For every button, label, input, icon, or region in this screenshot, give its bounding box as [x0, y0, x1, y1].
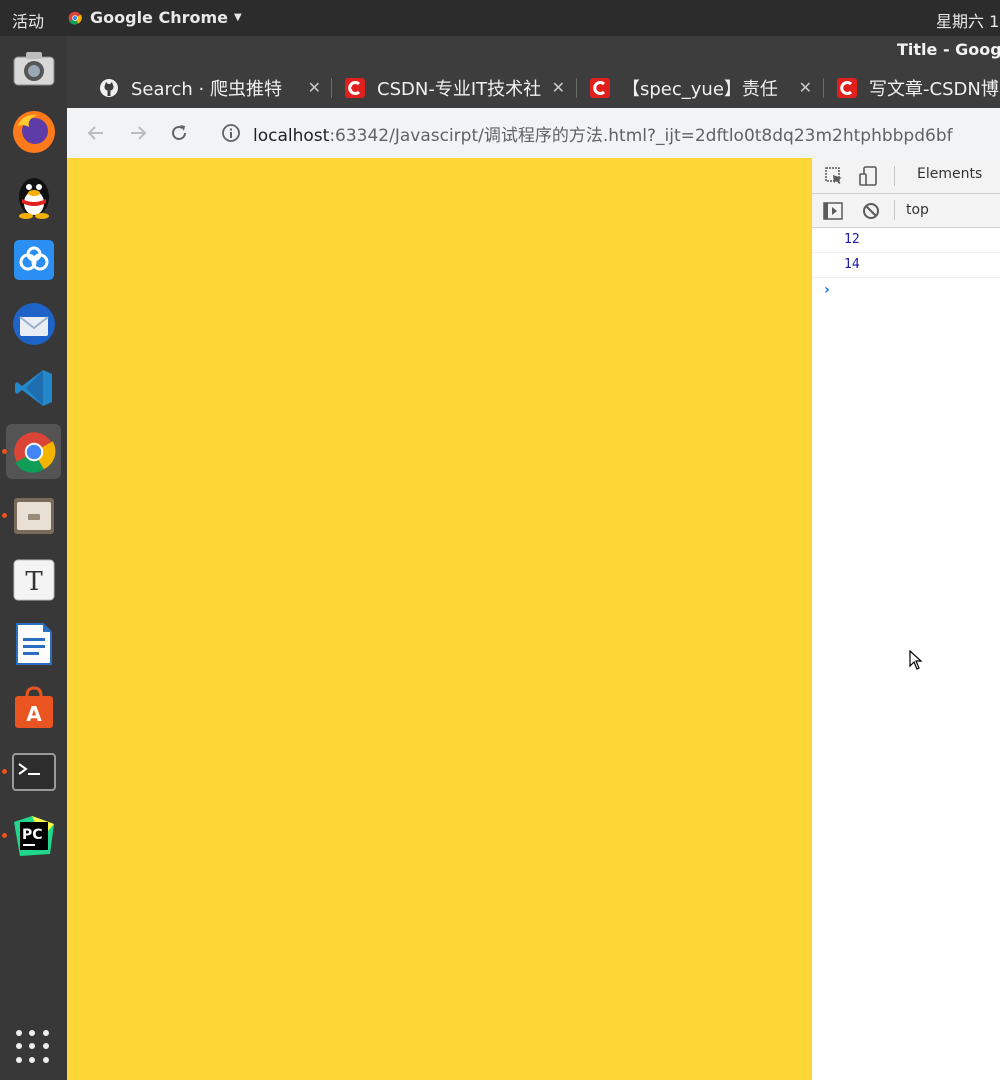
apps-grid-icon	[16, 1030, 22, 1036]
clock[interactable]: 星期六 1	[936, 8, 1000, 32]
window-title-bar[interactable]: Title - Goog	[67, 36, 1000, 66]
address-bar[interactable]: localhost:63342/Javascirpt/调试程序的方法.html?…	[215, 116, 1000, 150]
reload-icon	[172, 125, 186, 140]
tab-csdn-home[interactable]: CSDN-专业IT技术社 ✕	[345, 70, 565, 106]
forward-button[interactable]	[125, 120, 151, 146]
back-button[interactable]	[83, 120, 109, 146]
files-icon	[13, 497, 54, 534]
tab-separator	[331, 78, 332, 98]
tab-label: 写文章-CSDN博	[869, 79, 999, 100]
software-center-icon: A	[14, 685, 53, 728]
console-value: 14	[844, 257, 860, 272]
running-indicator	[2, 449, 7, 454]
tab-csdn-write[interactable]: 写文章-CSDN博	[837, 70, 1000, 106]
dock-item-writer[interactable]	[6, 616, 61, 671]
mouse-cursor-icon	[909, 650, 923, 670]
toolbar-divider	[894, 166, 895, 186]
browser-toolbar: localhost:63342/Javascirpt/调试程序的方法.html?…	[67, 108, 1000, 159]
app-menu-label: Google Chrome	[90, 8, 229, 27]
pycharm-icon: PC	[13, 815, 54, 856]
console-value: 12	[844, 232, 860, 247]
arrow-left-icon	[87, 126, 103, 140]
qq-penguin-icon	[18, 177, 49, 219]
tab-label: 【spec_yue】责任	[622, 79, 778, 100]
console-prompt[interactable]: ›	[824, 282, 830, 298]
terminal-icon	[11, 752, 56, 791]
csdn-icon	[345, 78, 365, 98]
app-menu[interactable]: Google Chrome ▼	[68, 8, 242, 27]
url-path: :63342/Javascirpt/调试程序的方法.html?_ijt=2dft…	[329, 125, 953, 146]
dock-item-chrome[interactable]	[6, 424, 61, 479]
dock-item-files[interactable]	[6, 488, 61, 543]
activities-button[interactable]: 活动	[12, 8, 44, 32]
page-viewport[interactable]	[67, 158, 811, 1080]
dock-item-pycharm[interactable]: PC	[6, 808, 61, 863]
csdn-icon	[590, 78, 610, 98]
chrome-icon	[13, 431, 55, 473]
csdn-icon	[837, 78, 857, 98]
reload-button[interactable]	[166, 120, 192, 146]
tab-strip: Search · 爬虫推特 ✕ CSDN-专业IT技术社 ✕ 【spec_yue…	[67, 66, 1000, 108]
svg-text:T: T	[25, 567, 43, 597]
dock-item-qq[interactable]	[6, 168, 61, 223]
devtools-panel: Elements top 12 14 ›	[811, 158, 1000, 1080]
tab-label: CSDN-专业IT技术社	[377, 79, 542, 100]
tab-github-search[interactable]: Search · 爬虫推特 ✕	[99, 70, 321, 106]
devtools-tab-bar: Elements	[812, 158, 1000, 194]
running-indicator	[2, 833, 7, 838]
vscode-icon	[14, 369, 52, 406]
dock: T A PC	[0, 36, 67, 1080]
dock-item-vscode[interactable]	[6, 360, 61, 415]
dock-item-screenshot[interactable]	[6, 40, 61, 95]
writer-icon	[15, 622, 52, 665]
sidebar-toggle-icon[interactable]	[823, 201, 843, 221]
dock-item-thunderbird[interactable]	[6, 296, 61, 351]
dock-item-typora[interactable]: T	[6, 552, 61, 607]
close-icon[interactable]: ✕	[308, 78, 321, 97]
cloud-icon	[13, 239, 54, 280]
console-toolbar: top	[812, 194, 1000, 228]
running-indicator	[2, 513, 7, 518]
camera-icon	[13, 51, 54, 85]
device-toolbar-icon[interactable]	[858, 166, 878, 186]
dock-item-firefox[interactable]	[6, 104, 61, 159]
close-icon[interactable]: ✕	[799, 78, 812, 97]
tab-label: Search · 爬虫推特	[131, 79, 283, 100]
info-icon[interactable]	[221, 123, 241, 143]
tab-separator	[576, 78, 577, 98]
running-indicator	[2, 769, 7, 774]
github-icon	[100, 79, 118, 97]
toolbar-divider	[894, 200, 895, 220]
dock-item-baidu-netdisk[interactable]	[6, 232, 61, 287]
dock-item-terminal[interactable]	[6, 744, 61, 799]
chevron-down-icon: ▼	[234, 12, 242, 23]
context-selector[interactable]: top	[906, 202, 929, 218]
svg-text:PC: PC	[22, 827, 43, 843]
url-host: localhost	[253, 125, 330, 146]
firefox-icon	[12, 110, 55, 153]
tab-separator	[823, 78, 824, 98]
thunderbird-icon	[12, 302, 55, 345]
show-applications-button[interactable]	[16, 1030, 50, 1064]
console-message: 12	[812, 228, 1000, 253]
close-icon[interactable]: ✕	[552, 78, 565, 97]
arrow-right-icon	[131, 126, 147, 140]
svg-text:A: A	[26, 702, 42, 726]
tab-elements[interactable]: Elements	[917, 166, 982, 182]
console-message: 14	[812, 253, 1000, 278]
dock-item-software[interactable]: A	[6, 680, 61, 735]
clear-console-icon[interactable]	[861, 201, 881, 221]
chrome-icon	[68, 11, 82, 25]
tab-spec-yue[interactable]: 【spec_yue】责任 ✕	[590, 70, 812, 106]
inspect-element-icon[interactable]	[824, 166, 844, 186]
typora-icon: T	[13, 559, 54, 600]
url-text: localhost:63342/Javascirpt/调试程序的方法.html?…	[253, 121, 953, 146]
gnome-top-bar: 活动 Google Chrome ▼ 星期六 1	[0, 0, 1000, 36]
window-title: Title - Goog	[897, 40, 1000, 59]
